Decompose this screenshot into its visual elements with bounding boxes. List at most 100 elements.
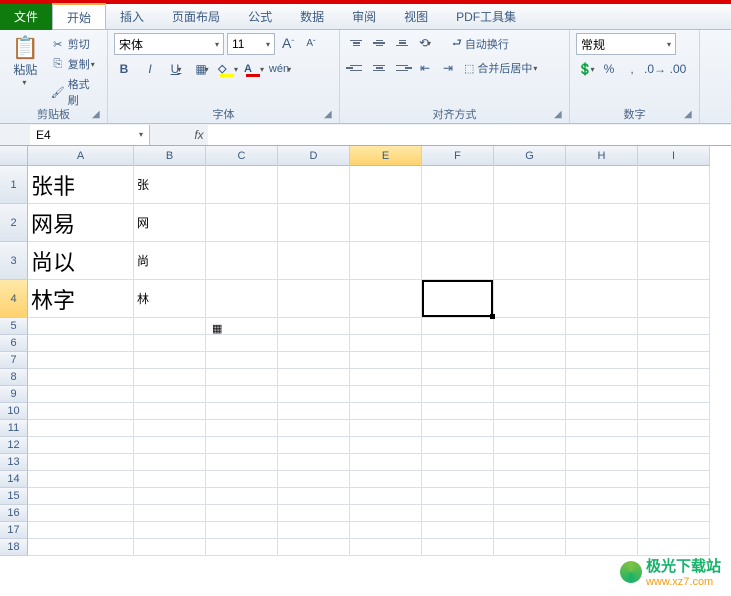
cell-D18[interactable] (278, 539, 350, 556)
row-header-15[interactable]: 15 (0, 488, 28, 505)
align-top-button[interactable] (346, 33, 366, 53)
cell-F8[interactable] (422, 369, 494, 386)
cell-H13[interactable] (566, 454, 638, 471)
cell-F13[interactable] (422, 454, 494, 471)
row-header-16[interactable]: 16 (0, 505, 28, 522)
font-color-button[interactable]: A▾ (244, 59, 264, 79)
cell-H2[interactable] (566, 204, 638, 242)
cell-grid[interactable]: ▦ 张非张网易网尚以尚林字林 (28, 166, 731, 556)
percent-button[interactable]: % (599, 59, 619, 79)
align-bottom-button[interactable] (392, 33, 412, 53)
cell-H4[interactable] (566, 280, 638, 318)
cell-D5[interactable] (278, 318, 350, 335)
cell-G3[interactable] (494, 242, 566, 280)
cell-B2[interactable]: 网 (134, 204, 206, 242)
column-header-G[interactable]: G (494, 146, 566, 166)
cell-I1[interactable] (638, 166, 710, 204)
cell-A13[interactable] (28, 454, 134, 471)
tab-formula[interactable]: 公式 (234, 4, 286, 30)
cell-F10[interactable] (422, 403, 494, 420)
cell-D7[interactable] (278, 352, 350, 369)
cell-A7[interactable] (28, 352, 134, 369)
cell-F7[interactable] (422, 352, 494, 369)
cell-A4[interactable]: 林字 (28, 280, 134, 318)
decrease-decimal-button[interactable]: .00 (668, 59, 688, 79)
cell-E5[interactable] (350, 318, 422, 335)
row-header-7[interactable]: 7 (0, 352, 28, 369)
cell-A1[interactable]: 张非 (28, 166, 134, 204)
cell-B3[interactable]: 尚 (134, 242, 206, 280)
cell-B6[interactable] (134, 335, 206, 352)
italic-button[interactable]: I (140, 59, 160, 79)
cell-G9[interactable] (494, 386, 566, 403)
cell-C3[interactable] (206, 242, 278, 280)
cell-D16[interactable] (278, 505, 350, 522)
tab-view[interactable]: 视图 (390, 4, 442, 30)
cell-E8[interactable] (350, 369, 422, 386)
format-painter-button[interactable]: 🖌格式刷 (49, 75, 101, 109)
autofill-options-icon[interactable]: ▦ (212, 322, 226, 336)
font-name-select[interactable]: 宋体▾ (114, 33, 224, 55)
row-header-6[interactable]: 6 (0, 335, 28, 352)
formula-bar[interactable] (208, 125, 731, 145)
cell-B18[interactable] (134, 539, 206, 556)
cell-B4[interactable]: 林 (134, 280, 206, 318)
cell-C8[interactable] (206, 369, 278, 386)
cell-H18[interactable] (566, 539, 638, 556)
cell-A3[interactable]: 尚以 (28, 242, 134, 280)
cell-H9[interactable] (566, 386, 638, 403)
row-header-14[interactable]: 14 (0, 471, 28, 488)
comma-button[interactable]: , (622, 59, 642, 79)
cell-F15[interactable] (422, 488, 494, 505)
cell-H3[interactable] (566, 242, 638, 280)
cell-C2[interactable] (206, 204, 278, 242)
cell-D9[interactable] (278, 386, 350, 403)
cell-C11[interactable] (206, 420, 278, 437)
cell-D17[interactable] (278, 522, 350, 539)
cell-D12[interactable] (278, 437, 350, 454)
cell-E1[interactable] (350, 166, 422, 204)
cell-B16[interactable] (134, 505, 206, 522)
cell-C18[interactable] (206, 539, 278, 556)
cell-C14[interactable] (206, 471, 278, 488)
cell-D3[interactable] (278, 242, 350, 280)
select-all-corner[interactable] (0, 146, 28, 166)
font-launcher-icon[interactable]: ◢ (324, 109, 336, 121)
cell-A5[interactable] (28, 318, 134, 335)
cell-C1[interactable] (206, 166, 278, 204)
cell-H5[interactable] (566, 318, 638, 335)
cell-F12[interactable] (422, 437, 494, 454)
cell-A6[interactable] (28, 335, 134, 352)
tab-insert[interactable]: 插入 (106, 4, 158, 30)
row-header-9[interactable]: 9 (0, 386, 28, 403)
cell-I16[interactable] (638, 505, 710, 522)
row-header-12[interactable]: 12 (0, 437, 28, 454)
cell-H7[interactable] (566, 352, 638, 369)
cell-B13[interactable] (134, 454, 206, 471)
number-launcher-icon[interactable]: ◢ (684, 109, 696, 121)
align-middle-button[interactable] (369, 33, 389, 53)
cell-G5[interactable] (494, 318, 566, 335)
cell-I3[interactable] (638, 242, 710, 280)
name-box[interactable]: E4▾ (30, 125, 150, 145)
cell-G6[interactable] (494, 335, 566, 352)
cell-H11[interactable] (566, 420, 638, 437)
cell-B10[interactable] (134, 403, 206, 420)
cell-G15[interactable] (494, 488, 566, 505)
cell-G2[interactable] (494, 204, 566, 242)
cell-F5[interactable] (422, 318, 494, 335)
copy-button[interactable]: ⎘复制▾ (49, 55, 101, 73)
increase-decimal-button[interactable]: .0→ (645, 59, 665, 79)
align-center-button[interactable] (369, 58, 389, 78)
cell-A10[interactable] (28, 403, 134, 420)
cell-G8[interactable] (494, 369, 566, 386)
column-header-E[interactable]: E (350, 146, 422, 166)
cell-G14[interactable] (494, 471, 566, 488)
cell-E10[interactable] (350, 403, 422, 420)
cell-A17[interactable] (28, 522, 134, 539)
cell-I10[interactable] (638, 403, 710, 420)
row-header-11[interactable]: 11 (0, 420, 28, 437)
cell-G10[interactable] (494, 403, 566, 420)
cell-A12[interactable] (28, 437, 134, 454)
bold-button[interactable]: B (114, 59, 134, 79)
